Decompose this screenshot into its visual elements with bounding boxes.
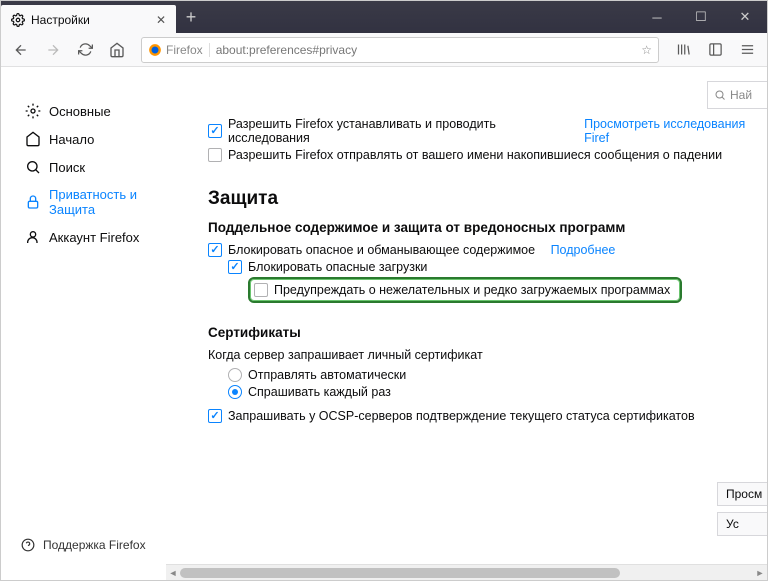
certificates-heading: Сертификаты (208, 325, 767, 340)
sidebar-item-label: Основные (49, 104, 111, 119)
block-downloads-label: Блокировать опасные загрузки (248, 260, 427, 274)
home-button[interactable] (103, 36, 131, 64)
back-button[interactable] (7, 36, 35, 64)
sidebar-item-home[interactable]: Начало (21, 125, 166, 153)
allow-studies-label: Разрешить Firefox устанавливать и провод… (228, 117, 569, 145)
block-downloads-checkbox[interactable] (228, 260, 242, 274)
reload-button[interactable] (71, 36, 99, 64)
forward-button[interactable] (39, 36, 67, 64)
close-tab-icon[interactable]: ✕ (156, 13, 166, 27)
sidebar-item-label: Поиск (49, 160, 85, 175)
gear-icon (25, 103, 41, 119)
library-button[interactable] (669, 36, 697, 64)
sidebar-item-general[interactable]: Основные (21, 97, 166, 125)
gear-icon (11, 13, 25, 27)
learn-more-link[interactable]: Подробнее (551, 243, 616, 257)
sidebar-item-privacy[interactable]: Приватность и Защита (21, 181, 166, 223)
close-window-button[interactable]: ✕ (723, 1, 767, 33)
home-icon (25, 131, 41, 147)
menu-button[interactable] (733, 36, 761, 64)
find-in-preferences[interactable]: Най (707, 81, 767, 109)
preferences-main: Най Разрешить Firefox устанавливать и пр… (166, 67, 767, 580)
help-icon (21, 538, 35, 552)
block-deceptive-label: Блокировать опасное и обманывающее содер… (228, 243, 535, 257)
url-bar[interactable]: Firefox about:preferences#privacy ☆ (141, 37, 659, 63)
url-text: about:preferences#privacy (216, 43, 357, 57)
cert-ask-radio[interactable] (228, 385, 242, 399)
security-heading: Защита (208, 188, 767, 210)
deceptive-content-subheading: Поддельное содержимое и защита от вредон… (208, 220, 767, 235)
cert-auto-label: Отправлять автоматически (248, 368, 406, 382)
lock-icon (25, 194, 41, 210)
search-icon (25, 159, 41, 175)
ocsp-checkbox[interactable] (208, 409, 222, 423)
ocsp-label: Запрашивать у OCSP-серверов подтверждени… (228, 409, 695, 423)
send-crash-label: Разрешить Firefox отправлять от вашего и… (228, 148, 722, 162)
view-certificates-button[interactable]: Просм (717, 482, 767, 506)
firefox-icon (148, 43, 162, 57)
cert-auto-radio[interactable] (228, 368, 242, 382)
titlebar: Настройки ✕ + ─ ☐ ✕ (1, 1, 767, 33)
send-crash-checkbox[interactable] (208, 148, 222, 162)
sidebar-item-label: Аккаунт Firefox (49, 230, 139, 245)
support-link[interactable]: Поддержка Firefox (21, 538, 146, 552)
scrollbar-thumb[interactable] (180, 568, 620, 578)
warn-unwanted-label: Предупреждать о нежелательных и редко за… (274, 283, 670, 297)
maximize-button[interactable]: ☐ (679, 1, 723, 33)
new-tab-button[interactable]: + (176, 1, 206, 33)
scroll-left-icon[interactable]: ◄ (166, 568, 180, 578)
tab-title: Настройки (31, 13, 90, 27)
horizontal-scrollbar[interactable]: ◄ ► (166, 564, 767, 580)
browser-tab[interactable]: Настройки ✕ (1, 5, 176, 33)
block-deceptive-checkbox[interactable] (208, 243, 222, 257)
cert-ask-label: Спрашивать каждый раз (248, 385, 391, 399)
cert-intro: Когда сервер запрашивает личный сертифик… (208, 348, 767, 362)
security-devices-button[interactable]: Ус (717, 512, 767, 536)
sidebar-item-label: Приватность и Защита (49, 187, 162, 217)
sidebar-item-account[interactable]: Аккаунт Firefox (21, 223, 166, 251)
view-studies-link[interactable]: Просмотреть исследования Firef (584, 117, 767, 145)
sidebar-item-search[interactable]: Поиск (21, 153, 166, 181)
navbar: Firefox about:preferences#privacy ☆ (1, 33, 767, 67)
scroll-right-icon[interactable]: ► (753, 568, 767, 578)
minimize-button[interactable]: ─ (635, 1, 679, 33)
allow-studies-checkbox[interactable] (208, 124, 222, 138)
warn-unwanted-checkbox[interactable] (254, 283, 268, 297)
preferences-sidebar: Основные Начало Поиск Приватность и Защи… (1, 67, 166, 580)
identity-box: Firefox (148, 43, 210, 57)
highlighted-option: Предупреждать о нежелательных и редко за… (248, 277, 682, 303)
search-icon (714, 89, 726, 101)
bookmark-star-icon[interactable]: ☆ (641, 43, 652, 57)
sidebar-button[interactable] (701, 36, 729, 64)
account-icon (25, 229, 41, 245)
sidebar-item-label: Начало (49, 132, 94, 147)
